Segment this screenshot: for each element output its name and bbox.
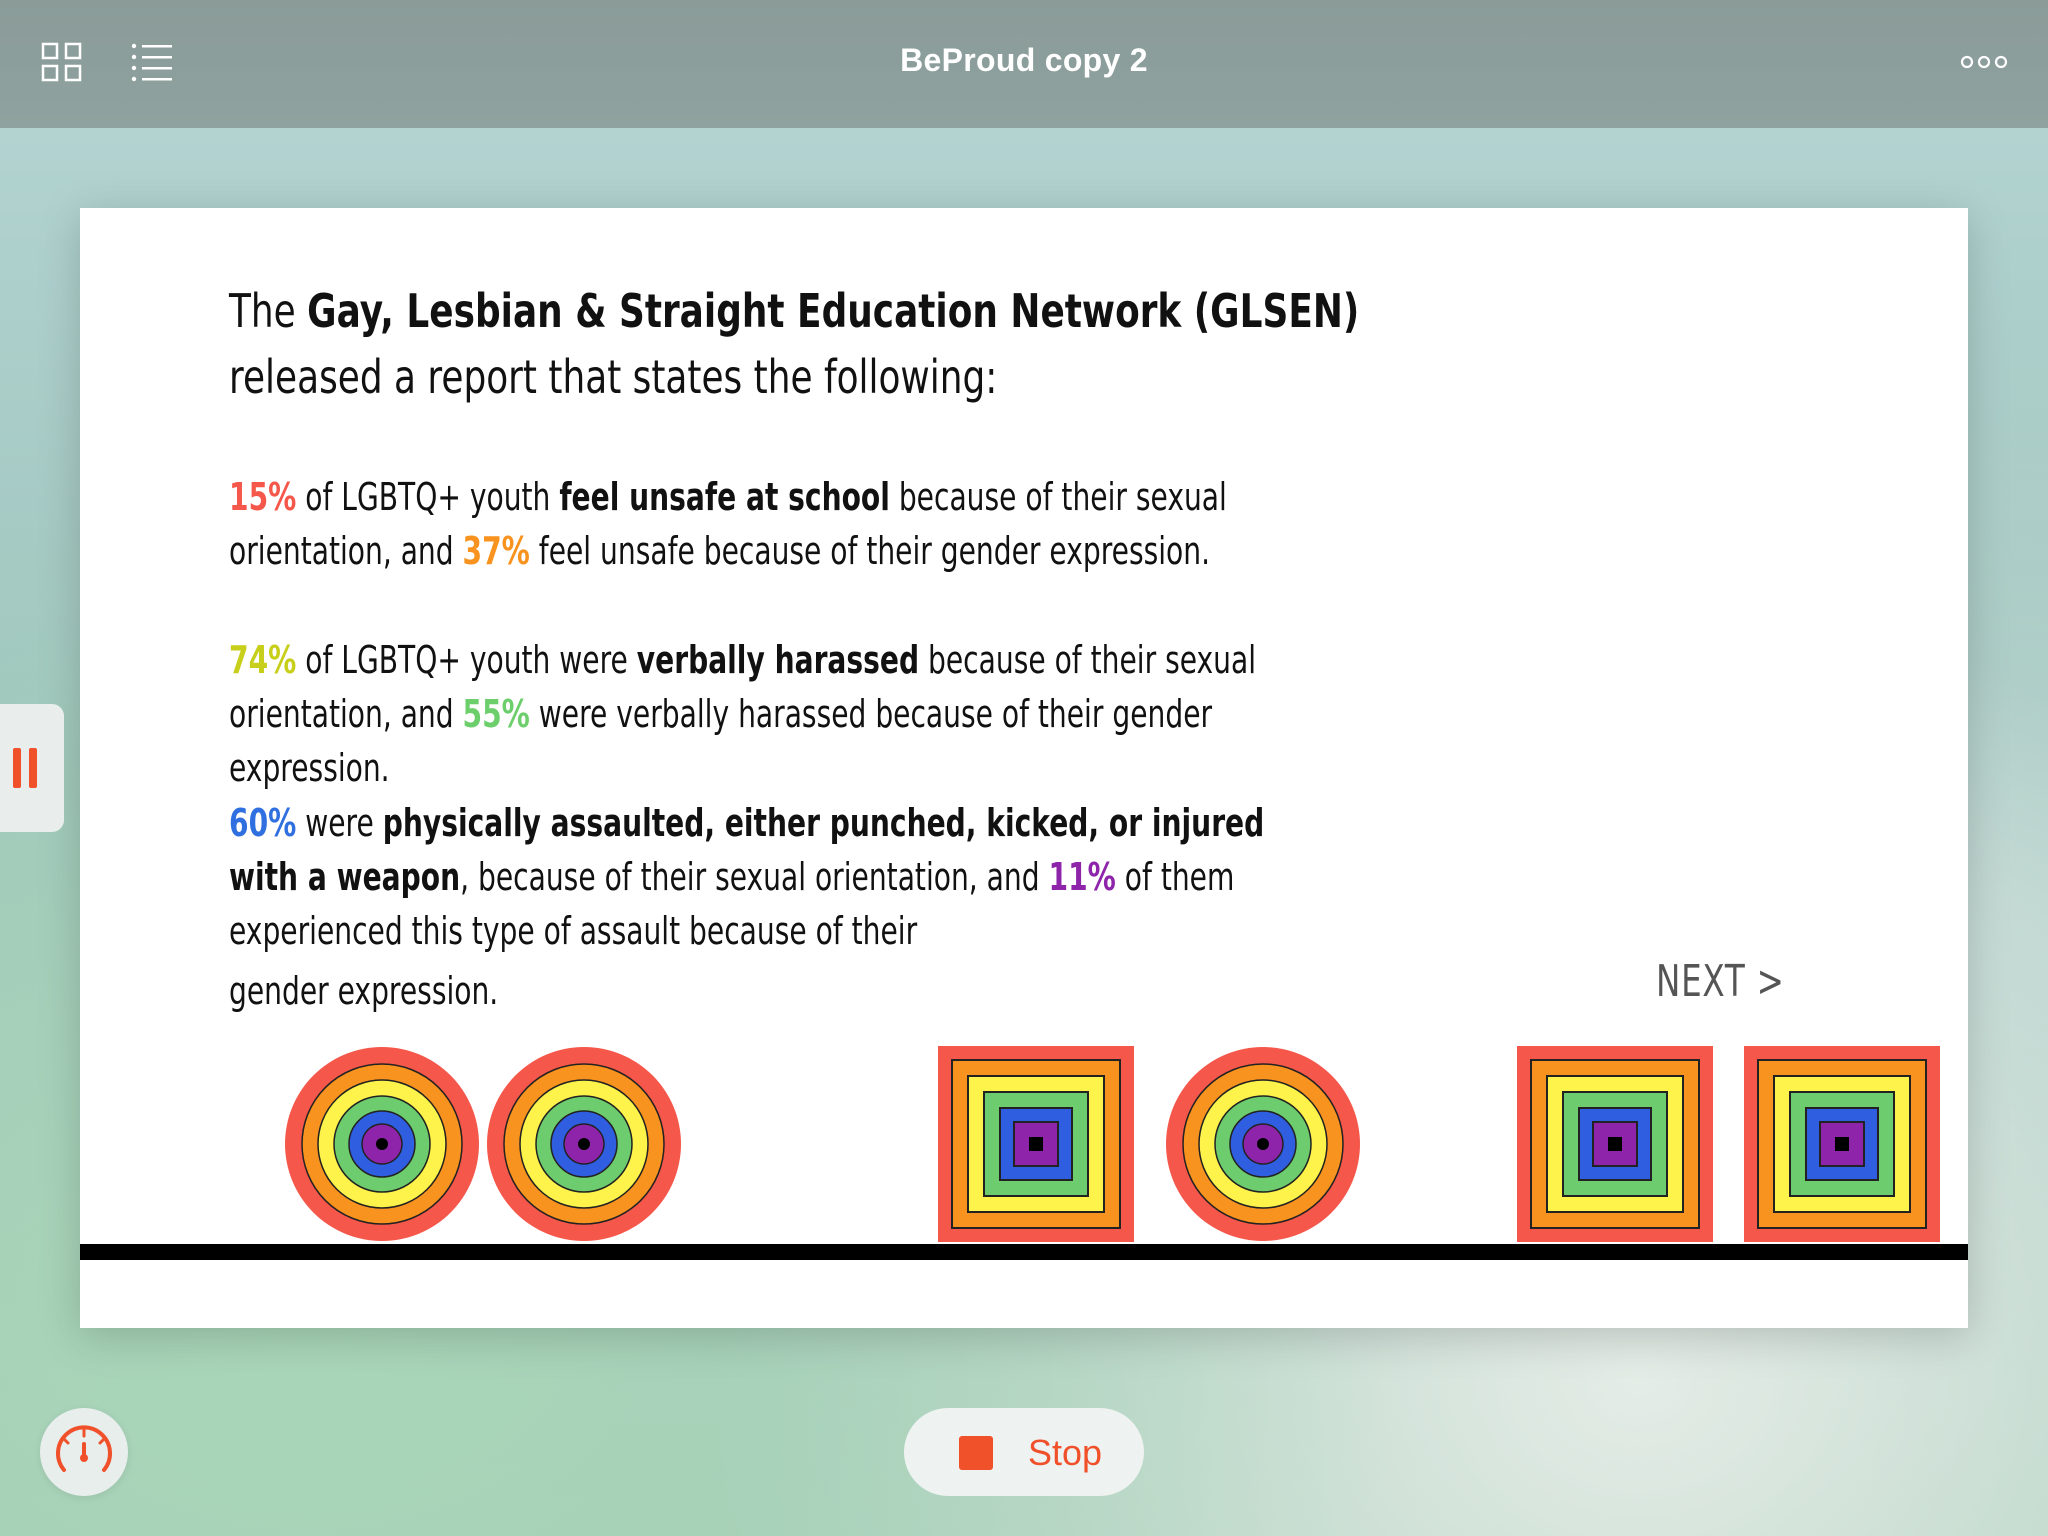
slide-heading: The Gay, Lesbian & Straight Education Ne…: [229, 278, 1383, 410]
stat-percent: 11%: [1048, 855, 1116, 899]
stop-label: Stop: [1028, 1432, 1103, 1473]
stat-paragraph-3: 60% were physically assaulted, either pu…: [229, 796, 1339, 1018]
rainbow-circle: [285, 1047, 479, 1241]
stat-text: gender expression.: [229, 969, 499, 1013]
heading-suffix: released a report that states the follow…: [229, 350, 998, 404]
stat-percent: 74%: [229, 638, 297, 682]
stat-percent: 55%: [462, 692, 530, 736]
stat-text: feel unsafe because of their gender expr…: [529, 529, 1211, 573]
stat-emphasis: feel unsafe at school: [559, 475, 890, 519]
stat-percent: 15%: [229, 475, 297, 519]
speed-button[interactable]: [40, 1408, 128, 1496]
stop-button[interactable]: Stop: [904, 1408, 1144, 1496]
rainbow-circle: [1166, 1047, 1360, 1241]
next-button[interactable]: NEXT >: [1656, 956, 1785, 1007]
stat-paragraph-2: 74% of LGBTQ+ youth were verbally harass…: [229, 633, 1339, 795]
speedometer-icon: [56, 1425, 112, 1472]
rainbow-square: [1517, 1046, 1713, 1242]
rainbow-circle: [487, 1047, 681, 1241]
stat-text: , because of their sexual orientation, a…: [460, 855, 1049, 899]
top-toolbar: BeProud copy 2: [0, 0, 2048, 128]
stat-text: of LGBTQ+ youth: [296, 475, 560, 519]
heading-org-name: Gay, Lesbian & Straight Education Networ…: [307, 284, 1360, 338]
slide-canvas: The Gay, Lesbian & Straight Education Ne…: [80, 208, 1968, 1328]
more-icon[interactable]: [1960, 52, 2008, 72]
document-title: BeProud copy 2: [900, 42, 1148, 78]
stat-text: of LGBTQ+ youth were: [296, 638, 637, 682]
pause-button[interactable]: [0, 704, 64, 832]
rainbow-square: [1744, 1046, 1940, 1242]
stat-text: were: [296, 801, 383, 845]
stat-percent: 60%: [229, 801, 297, 845]
stat-percent: 37%: [462, 529, 530, 573]
heading-prefix: The: [229, 284, 308, 338]
stop-square-icon: [959, 1436, 993, 1470]
stat-emphasis: verbally harassed: [636, 638, 920, 682]
stat-paragraph-1: 15% of LGBTQ+ youth feel unsafe at schoo…: [229, 470, 1339, 578]
ground-line: [80, 1244, 1968, 1260]
rainbow-square: [938, 1046, 1134, 1242]
